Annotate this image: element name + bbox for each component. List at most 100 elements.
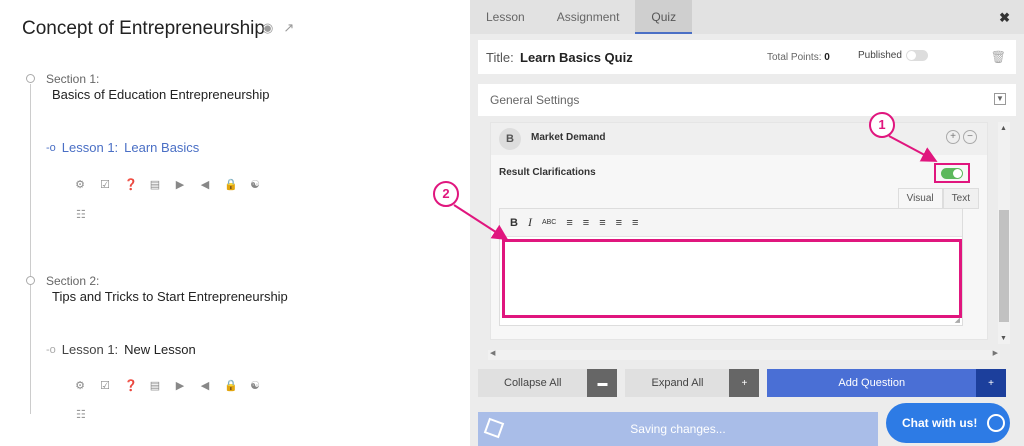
assignment-check-icon[interactable]: ☑ <box>99 178 111 191</box>
lesson-name: New Lesson <box>124 342 196 357</box>
bullet-list-icon[interactable]: ≡ <box>566 217 572 229</box>
section-label: Section 1: <box>46 72 100 86</box>
document-icon[interactable]: ▤ <box>149 379 161 392</box>
scroll-up-icon[interactable]: ▲ <box>1000 125 1007 132</box>
quiz-title[interactable]: Learn Basics Quiz <box>520 50 633 65</box>
quiz-question-icon[interactable]: ❓ <box>124 379 138 392</box>
chat-bubble-icon <box>987 414 1006 432</box>
external-link-icon[interactable]: ↗ <box>283 20 294 36</box>
add-question-label: Add Question <box>838 377 906 389</box>
saving-status-text: Saving changes... <box>630 422 726 436</box>
lesson-name: Learn Basics <box>124 140 200 155</box>
lesson-label: Lesson 1: <box>61 342 119 357</box>
title-icons: ◉ ↗ <box>262 20 294 36</box>
unlink-icon[interactable]: ☯ <box>249 178 261 191</box>
document-icon[interactable]: ▤ <box>149 178 161 191</box>
unlink-icon[interactable]: ☯ <box>249 379 261 392</box>
close-icon[interactable]: ✖ <box>999 10 1010 26</box>
result-clarifications-toggle[interactable] <box>941 168 963 179</box>
audio-icon[interactable]: ◀ <box>199 379 211 392</box>
lesson-connector-icon: -o <box>46 141 56 154</box>
result-clarification-textarea[interactable] <box>502 239 962 318</box>
scroll-left-icon[interactable]: ◀ <box>490 349 495 357</box>
assignment-check-icon[interactable]: ☑ <box>99 379 111 392</box>
add-question-button[interactable]: Add Question + <box>767 369 1006 397</box>
section-name[interactable]: Basics of Education Entrepreneurship <box>52 87 270 102</box>
italic-icon[interactable]: I <box>528 215 532 230</box>
collapse-all-button[interactable]: Collapse All ▬ <box>478 369 618 397</box>
general-settings-bar[interactable]: General Settings ▼ <box>478 84 1016 116</box>
title-label: Title: <box>486 50 514 65</box>
vertical-scrollbar[interactable]: ▲ ▼ <box>998 122 1010 344</box>
resize-handle-icon[interactable]: ◢ <box>955 316 960 324</box>
section-dot <box>26 276 35 285</box>
scroll-right-icon[interactable]: ▶ <box>993 349 998 357</box>
chevron-down-icon[interactable]: ▼ <box>994 93 1006 105</box>
remove-circle-icon[interactable]: − <box>963 130 977 144</box>
align-right-icon[interactable]: ≡ <box>632 217 638 229</box>
bold-icon[interactable]: B <box>510 217 518 229</box>
editor-toolbar: B I ABC ≡ ≡ ≡ ≡ ≡ <box>500 209 962 237</box>
lock-icon[interactable]: 🔒 <box>224 178 238 191</box>
quiz-title-bar: Title: Learn Basics Quiz Total Points: 0… <box>478 40 1016 74</box>
expand-all-button[interactable]: Expand All + <box>625 369 760 397</box>
section-name[interactable]: Tips and Tricks to Start Entrepreneurshi… <box>52 289 288 304</box>
annotation-marker-1: 1 <box>869 112 895 138</box>
published-toggle[interactable]: Published <box>858 50 928 61</box>
total-points-label: Total Points: <box>767 52 822 63</box>
rich-text-editor: B I ABC ≡ ≡ ≡ ≡ ≡ ◢ <box>499 208 963 326</box>
quiz-scroll-area: Title: Learn Basics Quiz Total Points: 0… <box>478 40 1016 360</box>
align-left-icon[interactable]: ≡ <box>599 217 605 229</box>
section-label: Section 2: <box>46 274 100 288</box>
calendar-icon[interactable]: ☷ <box>76 208 86 221</box>
plus-icon: + <box>729 369 760 397</box>
expand-all-label: Expand All <box>651 377 704 389</box>
tab-text[interactable]: Text <box>942 188 979 209</box>
collapse-all-label: Collapse All <box>504 377 562 389</box>
annotation-marker-2: 2 <box>433 181 459 207</box>
scroll-down-icon[interactable]: ▼ <box>1000 335 1007 342</box>
general-settings-label: General Settings <box>490 93 580 107</box>
published-switch[interactable] <box>905 50 928 61</box>
lesson-item-new-lesson[interactable]: -o Lesson 1: New Lesson <box>46 342 196 357</box>
play-icon[interactable]: ▶ <box>174 379 186 392</box>
answer-text[interactable]: Market Demand <box>531 132 605 143</box>
action-bar: Collapse All ▬ Expand All + Add Question… <box>478 369 1006 397</box>
tab-quiz[interactable]: Quiz <box>635 0 693 34</box>
lesson-item-learn-basics[interactable]: -o Lesson 1: Learn Basics <box>46 140 199 155</box>
total-points-value: 0 <box>824 52 830 63</box>
result-clarifications-toggle-highlight <box>934 163 970 183</box>
section-dot <box>26 74 35 83</box>
settings-icon[interactable]: ⚙ <box>74 178 86 191</box>
lesson-label: Lesson 1: <box>61 140 119 155</box>
align-center-icon[interactable]: ≡ <box>616 217 622 229</box>
total-points: Total Points: 0 <box>767 52 830 63</box>
result-clarifications-label: Result Clarifications <box>499 167 596 178</box>
wordpress-icon[interactable]: ◉ <box>262 20 273 36</box>
chat-button[interactable]: Chat with us! <box>886 403 1010 443</box>
trash-icon[interactable]: 🗑 <box>991 50 1006 64</box>
saving-status-bar: Saving changes... <box>478 412 878 446</box>
horizontal-scrollbar[interactable]: ◀ ▶ <box>488 350 1000 360</box>
add-circle-icon[interactable]: + <box>946 130 960 144</box>
tab-lesson[interactable]: Lesson <box>470 0 541 34</box>
answer-row: B Market Demand + − <box>491 123 987 155</box>
answer-controls: + − <box>946 130 977 144</box>
scrollbar-thumb[interactable] <box>999 210 1009 322</box>
timeline-line <box>30 84 31 414</box>
settings-icon[interactable]: ⚙ <box>74 379 86 392</box>
lesson-tools: ⚙ ☑ ❓ ▤ ▶ ◀ 🔒 ☯ <box>74 178 261 191</box>
play-icon[interactable]: ▶ <box>174 178 186 191</box>
answer-panel: B Market Demand + − Result Clarification… <box>490 122 988 340</box>
minus-icon: ▬ <box>587 369 618 397</box>
tab-assignment[interactable]: Assignment <box>541 0 636 34</box>
course-outline: Concept of Entrepreneurship ◉ ↗ Section … <box>0 0 470 446</box>
audio-icon[interactable]: ◀ <box>199 178 211 191</box>
strikethrough-icon[interactable]: ABC <box>542 219 556 226</box>
tab-visual[interactable]: Visual <box>897 188 943 209</box>
lock-icon[interactable]: 🔒 <box>224 379 238 392</box>
answer-letter-badge: B <box>499 128 521 150</box>
calendar-icon[interactable]: ☷ <box>76 408 86 421</box>
numbered-list-icon[interactable]: ≡ <box>583 217 589 229</box>
quiz-question-icon[interactable]: ❓ <box>124 178 138 191</box>
